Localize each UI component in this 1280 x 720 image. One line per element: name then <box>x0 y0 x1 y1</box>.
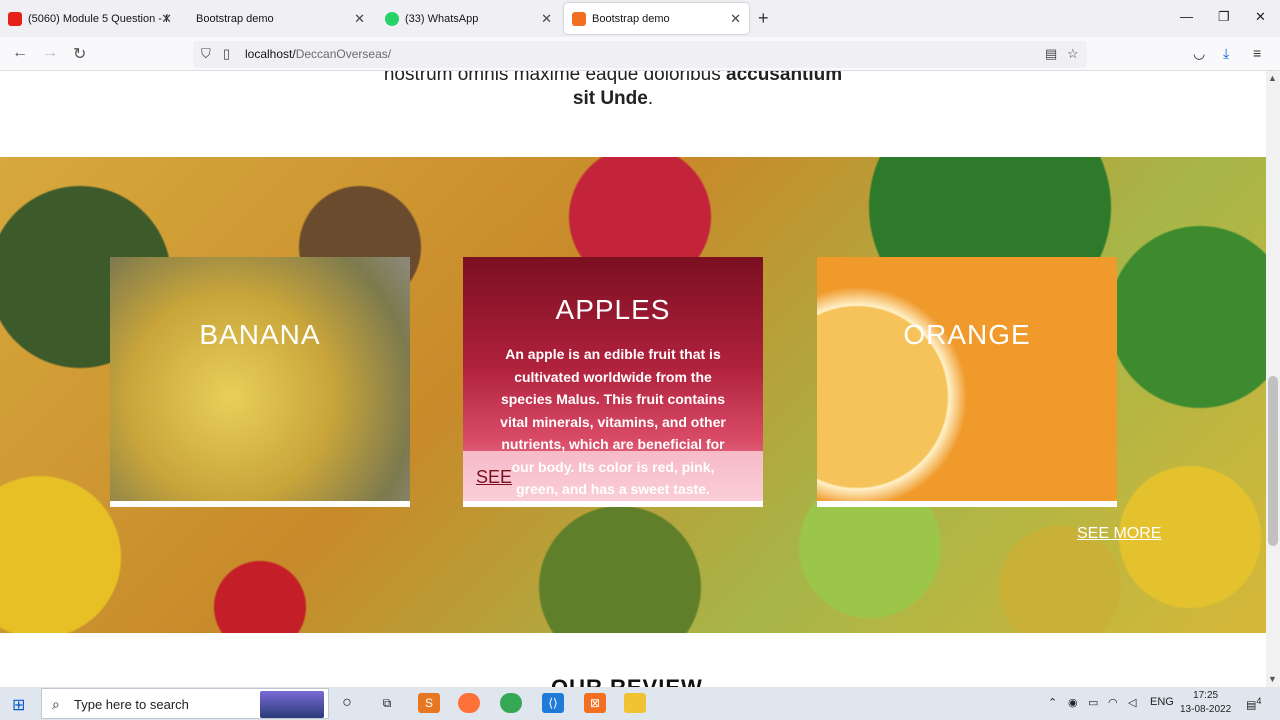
whatsapp-icon <box>385 11 399 26</box>
back-icon[interactable]: ← <box>12 44 28 62</box>
page-info-icon[interactable]: ▯ <box>223 46 230 62</box>
intro-text-bold: accusantium <box>726 71 843 85</box>
close-tab-icon[interactable]: ✕ <box>541 11 552 27</box>
chrome-icon[interactable] <box>500 693 522 713</box>
tab-title: Bootstrap demo <box>592 12 670 25</box>
url-bar[interactable]: ⛉ ▯ localhost/DeccanOverseas/ ▤ ☆ <box>193 41 1087 68</box>
notification-icon[interactable]: ▤4 <box>1246 696 1262 712</box>
firefox-icon[interactable] <box>458 693 480 713</box>
intro-text-normal: nostrum omnis maxime eaque doloribus <box>383 71 726 85</box>
orange-card[interactable]: ORANGE <box>817 257 1117 507</box>
search-placeholder: Type here to search <box>74 697 189 712</box>
card-title: ORANGE <box>903 319 1031 350</box>
card-title: BANANA <box>199 319 321 350</box>
tab-bar: (5060) Module 5 Question - Pali ✕ Bootst… <box>0 0 1280 37</box>
review-heading: OUR REVIEW <box>551 675 703 687</box>
nav-bar: ← → ↻ ⛉ ▯ localhost/DeccanOverseas/ ▤ ☆ … <box>0 37 1280 71</box>
bookmark-star-icon[interactable]: ☆ <box>1067 46 1079 62</box>
show-hidden-icons[interactable]: ⌃ <box>1048 696 1057 709</box>
page-content: nostrum omnis maxime eaque doloribus acc… <box>0 71 1266 687</box>
tab-title: (5060) Module 5 Question - Pali <box>28 12 168 25</box>
tray-app-icon[interactable]: ◉ <box>1068 696 1078 709</box>
tab-title: Bootstrap demo <box>196 12 274 25</box>
scroll-down-icon[interactable]: ▼ <box>1268 674 1277 684</box>
taskbar-search[interactable]: ⌕ Type here to search <box>41 688 329 719</box>
cortana-icon[interactable]: ○ <box>336 693 358 713</box>
tab-title: (33) WhatsApp <box>405 12 479 25</box>
scrollbar-thumb[interactable] <box>1268 376 1278 546</box>
scrollbar[interactable]: ▲ ▼ <box>1266 71 1280 687</box>
new-tab-icon[interactable]: + <box>758 8 769 29</box>
see-more-link[interactable]: SEE MORE <box>1077 525 1161 543</box>
tab-youtube[interactable]: (5060) Module 5 Question - Pali ✕ <box>0 3 180 34</box>
windows-start-icon[interactable]: ⊞ <box>12 695 25 715</box>
see-link[interactable]: SEE <box>476 467 512 488</box>
intro-text-end: . <box>647 88 654 109</box>
search-highlight-image <box>260 691 324 718</box>
vscode-icon[interactable]: ⟨⟩ <box>542 693 564 713</box>
tab-bootstrap-active[interactable]: Bootstrap demo ✕ <box>564 3 749 34</box>
close-window-icon[interactable]: ✕ <box>1255 9 1266 25</box>
url-text[interactable]: localhost/DeccanOverseas/ <box>245 47 391 61</box>
url-host: localhost/ <box>245 47 296 61</box>
search-icon: ⌕ <box>52 696 60 712</box>
clock-time: 17:25 <box>1193 690 1219 701</box>
card-description: An apple is an edible fruit that is cult… <box>500 346 726 497</box>
close-tab-icon[interactable]: ✕ <box>354 11 365 27</box>
clock-date: 13-08-2022 <box>1180 704 1232 715</box>
restore-icon[interactable]: ❐ <box>1218 9 1230 25</box>
shield-icon[interactable]: ⛉ <box>201 46 211 62</box>
tab-bootstrap-1[interactable]: Bootstrap demo ✕ <box>188 3 373 34</box>
intro-text-bold-2: sit Unde <box>572 88 648 109</box>
file-explorer-icon[interactable] <box>624 693 646 713</box>
wifi-icon[interactable]: ◠ <box>1108 696 1118 709</box>
taskbar: ⊞ ⌕ Type here to search ○ ⧉ S ⟨⟩ ⊠ ⌃ ◉ ▭… <box>0 687 1280 720</box>
notification-count: 4 <box>1256 696 1262 706</box>
download-icon[interactable]: ⤓ <box>1223 45 1229 62</box>
forward-icon[interactable]: → <box>42 44 58 62</box>
apples-card[interactable]: APPLES An apple is an edible fruit that … <box>463 257 763 507</box>
menu-icon[interactable]: ≡ <box>1253 45 1261 61</box>
close-tab-icon[interactable]: ✕ <box>730 11 741 27</box>
bootstrap-icon <box>572 11 586 26</box>
reload-icon[interactable]: ↻ <box>73 44 86 64</box>
banana-card[interactable]: BANANA <box>110 257 410 507</box>
battery-icon[interactable]: ▭ <box>1088 696 1098 709</box>
intro-text: nostrum omnis maxime eaque doloribus acc… <box>0 71 1226 111</box>
clock[interactable]: 17:25 13-08-2022 <box>1180 689 1231 717</box>
url-path: DeccanOverseas/ <box>295 47 392 61</box>
scroll-up-icon[interactable]: ▲ <box>1268 73 1277 83</box>
minimize-icon[interactable]: — <box>1180 9 1193 24</box>
reader-view-icon[interactable]: ▤ <box>1045 46 1057 62</box>
youtube-icon <box>8 11 22 26</box>
close-tab-icon[interactable]: ✕ <box>161 11 172 27</box>
xampp-icon[interactable]: ⊠ <box>584 693 606 713</box>
pocket-icon[interactable]: ◡ <box>1193 45 1205 62</box>
volume-icon[interactable]: ◁ <box>1128 696 1136 709</box>
sublime-text-icon[interactable]: S <box>418 693 440 713</box>
card-title: APPLES <box>555 294 671 325</box>
task-view-icon[interactable]: ⧉ <box>376 693 398 713</box>
language-indicator[interactable]: ENG <box>1150 696 1174 708</box>
tab-whatsapp[interactable]: (33) WhatsApp ✕ <box>377 3 560 34</box>
